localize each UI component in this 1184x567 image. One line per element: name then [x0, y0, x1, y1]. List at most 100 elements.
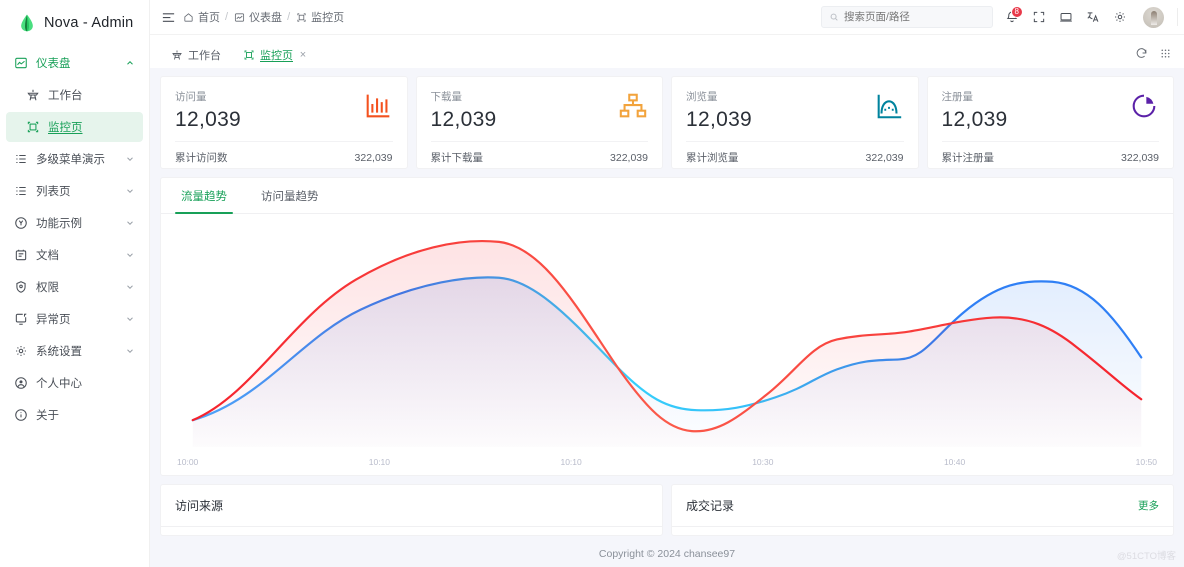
notification-badge: 8	[1010, 6, 1023, 18]
list-icon	[14, 184, 28, 198]
stat-cards-row: 访问量 12,039 累计访问数 322,039 下载量 12,039 累计下载…	[160, 76, 1174, 169]
chevron-up-icon	[125, 58, 135, 68]
chevron-down-icon	[125, 250, 135, 260]
stat-card-visits: 访问量 12,039 累计访问数 322,039	[160, 76, 408, 169]
stat-value: 12,039	[430, 108, 497, 131]
sidebar-item-features[interactable]: 功能示例	[6, 208, 143, 238]
sidebar-item-monitor[interactable]: 监控页	[6, 112, 143, 142]
tab-label: 监控页	[260, 50, 293, 62]
main-area: 首页 / 仪表盘 / 监控页 搜索页面/路径 8 工作台 监控页 × 访问量 1…	[150, 0, 1184, 567]
stat-foot-value: 322,039	[610, 151, 648, 164]
search-field[interactable]	[844, 11, 985, 23]
stat-card-bottom: 累计注册量 322,039	[942, 150, 1160, 165]
sidebar-item-error-pages[interactable]: 异常页	[6, 304, 143, 334]
topbar-divider	[1177, 8, 1178, 26]
sidebar-menu: 仪表盘 工作台 监控页 多级菜单演示 列表页 功能示例 文档 权限 异常页 系统…	[0, 46, 149, 432]
sidebar-logo[interactable]: Nova - Admin	[0, 0, 149, 46]
stat-card-bottom: 累计浏览量 322,039	[686, 150, 904, 165]
sidebar-item-system-settings[interactable]: 系统设置	[6, 336, 143, 366]
stat-title: 浏览量	[686, 91, 718, 103]
chart-tab-traffic-trend[interactable]: 流量趋势	[175, 178, 233, 214]
stat-value: 12,039	[686, 108, 753, 131]
nova-leaf-logo-icon	[17, 13, 37, 33]
stat-title: 访问量	[175, 91, 207, 103]
sidebar-item-list-pages[interactable]: 列表页	[6, 176, 143, 206]
stat-card-registrations: 注册量 12,039 累计注册量 322,039	[926, 76, 1174, 169]
tab-monitor[interactable]: 监控页 ×	[232, 42, 319, 68]
x-tick: 10:00	[177, 457, 199, 467]
menu-levels-icon	[14, 152, 28, 166]
stat-foot-value: 322,039	[865, 151, 904, 164]
user-icon	[14, 376, 28, 390]
sidebar-item-label: 功能示例	[36, 218, 82, 230]
panel-header: 成交记录 更多	[672, 485, 1173, 527]
screen-lock-icon[interactable]	[1053, 4, 1079, 30]
chart-x-axis: 10:00 10:10 10:10 10:30 10:40 10:50	[161, 457, 1173, 475]
fullscreen-icon[interactable]	[1026, 4, 1052, 30]
search-icon	[829, 12, 839, 22]
sidebar-item-permissions[interactable]: 权限	[6, 272, 143, 302]
stat-card-top: 下载量 12,039	[431, 89, 649, 132]
sidebar-item-label: 权限	[36, 282, 59, 294]
apps-grid-icon[interactable]	[1154, 42, 1176, 64]
tab-workbench[interactable]: 工作台	[160, 42, 232, 68]
home-icon	[182, 11, 194, 23]
tab-label: 工作台	[188, 50, 221, 62]
x-tick: 10:30	[752, 457, 774, 467]
breadcrumb-separator: /	[225, 11, 229, 23]
refresh-icon[interactable]	[1130, 42, 1152, 64]
search-input[interactable]	[821, 6, 993, 28]
monitor-icon	[26, 120, 40, 134]
language-icon[interactable]	[1080, 4, 1106, 30]
panel-title: 访问来源	[175, 499, 224, 513]
sidebar-item-workbench[interactable]: 工作台	[6, 80, 143, 110]
tab-bar-actions	[1130, 42, 1184, 68]
panel-header: 访问来源	[161, 485, 662, 527]
sidebar-item-label: 系统设置	[36, 346, 82, 358]
x-tick: 10:50	[1135, 457, 1157, 467]
trend-chart-card: 流量趋势 访问量趋势 10:00 10:10 10:10 10:30 10:40…	[160, 177, 1174, 476]
stat-card-bottom: 累计访问数 322,039	[175, 150, 393, 165]
stat-foot-label: 累计浏览量	[686, 152, 739, 164]
sidebar-item-dashboard[interactable]: 仪表盘	[6, 48, 143, 78]
stat-card-text: 注册量 12,039	[942, 89, 1008, 132]
content-area: 访问量 12,039 累计访问数 322,039 下载量 12,039 累计下载…	[150, 68, 1184, 541]
stat-foot-label: 累计下载量	[430, 152, 484, 164]
org-tree-icon	[618, 91, 648, 121]
area-chart-icon	[874, 91, 904, 121]
close-icon[interactable]: ×	[298, 49, 308, 61]
sidebar-item-docs[interactable]: 文档	[6, 240, 143, 270]
stat-value: 12,039	[175, 108, 242, 131]
sidebar-item-profile[interactable]: 个人中心	[6, 368, 143, 398]
divider	[430, 141, 648, 142]
trend-chart-plot[interactable]	[161, 214, 1173, 457]
trend-chart-svg	[191, 239, 1143, 448]
sidebar-item-label: 多级菜单演示	[36, 154, 105, 166]
stat-title: 下载量	[430, 91, 463, 103]
avatar[interactable]	[1143, 6, 1164, 28]
bell-icon[interactable]: 8	[999, 4, 1025, 30]
menu-collapse-icon[interactable]	[160, 9, 176, 25]
breadcrumb-item-monitor[interactable]: 监控页	[295, 9, 344, 25]
chevron-down-icon	[125, 282, 135, 292]
stat-foot-value: 322,039	[1121, 151, 1159, 164]
monitor-icon	[243, 49, 255, 61]
sidebar-item-about[interactable]: 关于	[6, 400, 143, 430]
gear-icon[interactable]	[1107, 4, 1133, 30]
breadcrumb-item-dashboard[interactable]: 仪表盘	[233, 9, 282, 25]
more-link[interactable]: 更多	[1138, 498, 1159, 513]
divider	[941, 141, 1159, 142]
sidebar-item-label: 仪表盘	[36, 58, 71, 70]
chevron-down-icon	[125, 218, 135, 228]
breadcrumb-label: 首页	[198, 12, 220, 24]
stat-card-pageviews: 浏览量 12,039 累计浏览量 322,039	[671, 76, 919, 169]
stat-foot-value: 322,039	[354, 151, 393, 164]
chevron-down-icon	[125, 346, 135, 356]
panel-title: 成交记录	[686, 499, 735, 513]
chevron-down-icon	[125, 154, 135, 164]
breadcrumb-item-home[interactable]: 首页	[182, 9, 220, 25]
panel-visit-sources: 访问来源	[160, 484, 663, 536]
panel-transaction-records: 成交记录 更多	[671, 484, 1174, 536]
sidebar-item-multilevel-menu[interactable]: 多级菜单演示	[6, 144, 143, 174]
chart-tab-visit-trend[interactable]: 访问量趋势	[255, 178, 325, 214]
